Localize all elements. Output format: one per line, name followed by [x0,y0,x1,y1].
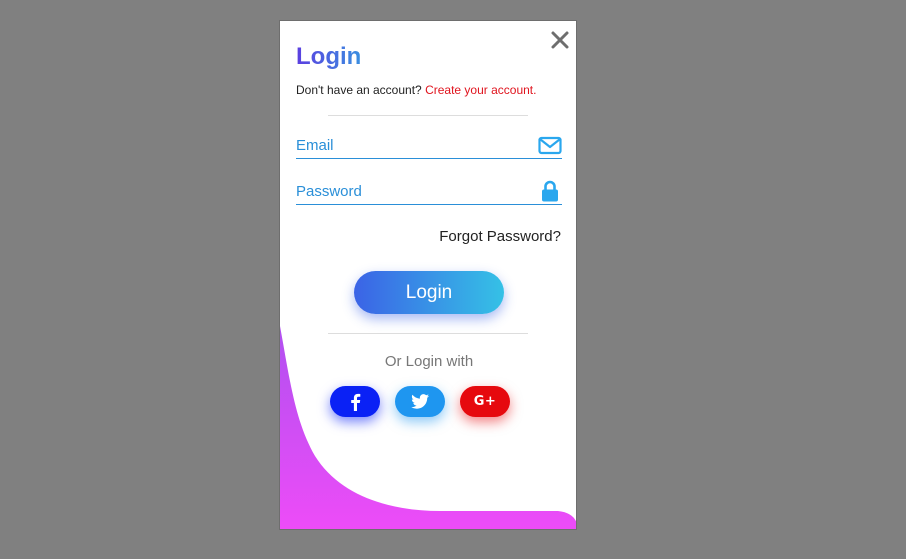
facebook-login-button[interactable] [330,386,380,417]
login-modal: Login Don't have an account? Create your… [279,20,577,530]
signup-prompt-text: Don't have an account? [296,83,422,97]
or-login-label: Or Login with [384,353,474,370]
google-plus-icon: G+ [473,394,497,409]
top-divider [328,115,528,116]
lock-icon [538,180,562,202]
bottom-divider [328,333,528,334]
create-account-link[interactable]: Create your account. [425,83,536,97]
password-field[interactable] [296,180,526,202]
login-button[interactable]: Login [354,271,504,314]
email-field-wrapper [296,134,562,159]
page-title: Login [296,43,362,70]
close-icon [551,31,569,49]
signup-prompt: Don't have an account? Create your accou… [296,83,536,97]
twitter-login-button[interactable] [395,386,445,417]
facebook-icon [351,393,361,411]
twitter-icon [411,394,429,409]
close-button[interactable] [550,30,570,50]
forgot-password-link[interactable]: Forgot Password? [439,228,561,245]
google-plus-login-button[interactable]: G+ [460,386,510,417]
envelope-icon [538,134,562,156]
email-field[interactable] [296,134,526,156]
password-field-wrapper [296,180,562,205]
